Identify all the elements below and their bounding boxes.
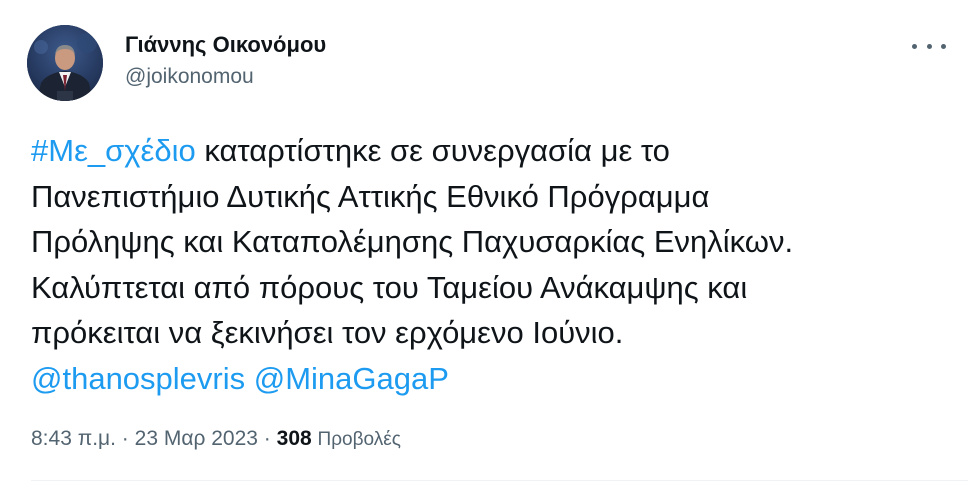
- mention-link[interactable]: @MinaGagaP: [254, 361, 449, 396]
- hashtag-link[interactable]: #Με_σχέδιο: [31, 133, 196, 168]
- more-horizontal-icon: [912, 43, 917, 49]
- tweet-date[interactable]: 23 Μαρ 2023: [135, 427, 258, 450]
- tweet-line: Καλύπτεται από πόρους του Ταμείου Ανάκαμ…: [31, 269, 748, 305]
- tweet-line: πρόκειται να ξεκινήσει τον ερχόμενο Ιούν…: [31, 315, 624, 350]
- tweet-line: @thanosplevris @MinaGagaP: [31, 356, 951, 402]
- views-label: Προβολές: [317, 429, 401, 450]
- avatar-photo: [27, 25, 103, 101]
- views-count: 308: [276, 427, 312, 450]
- tweet-card: Γιάννης Οικονόμου @joikonomou #Με_σχέδιο…: [0, 0, 968, 486]
- meta-separator: ·: [115, 427, 135, 450]
- author-handle[interactable]: @joikonomou: [125, 64, 254, 90]
- author-name[interactable]: Γιάννης Οικονόμου: [125, 32, 326, 58]
- tweet-text-segment: καταρτίστηκε σε συνεργασία με το: [195, 133, 670, 168]
- more-options-button[interactable]: [912, 36, 946, 56]
- divider: [31, 480, 968, 481]
- more-horizontal-icon-dot: [926, 43, 932, 49]
- tweet-time[interactable]: 8:43 π.μ.: [31, 427, 116, 450]
- tweet-line: #Με_σχέδιο καταρτίστηκε σε συνεργασία με…: [31, 128, 951, 174]
- meta-separator: ·: [257, 427, 277, 450]
- more-horizontal-icon-dot: [941, 43, 946, 49]
- avatar[interactable]: [27, 25, 103, 101]
- tweet-meta: 8:43 π.μ. · 23 Μαρ 2023 · 308 Προβολές: [31, 425, 401, 454]
- tweet-text: #Με_σχέδιο καταρτίστηκε σε συνεργασία με…: [31, 128, 951, 401]
- tweet-line: Πρόληψης και Καταπολέμησης Παχυσαρκίας Ε…: [31, 224, 794, 259]
- mention-link[interactable]: @thanosplevris: [31, 361, 245, 396]
- tweet-line: Πανεπιστήμιο Δυτικής Αττικής Εθνικό Πρόγ…: [31, 178, 710, 214]
